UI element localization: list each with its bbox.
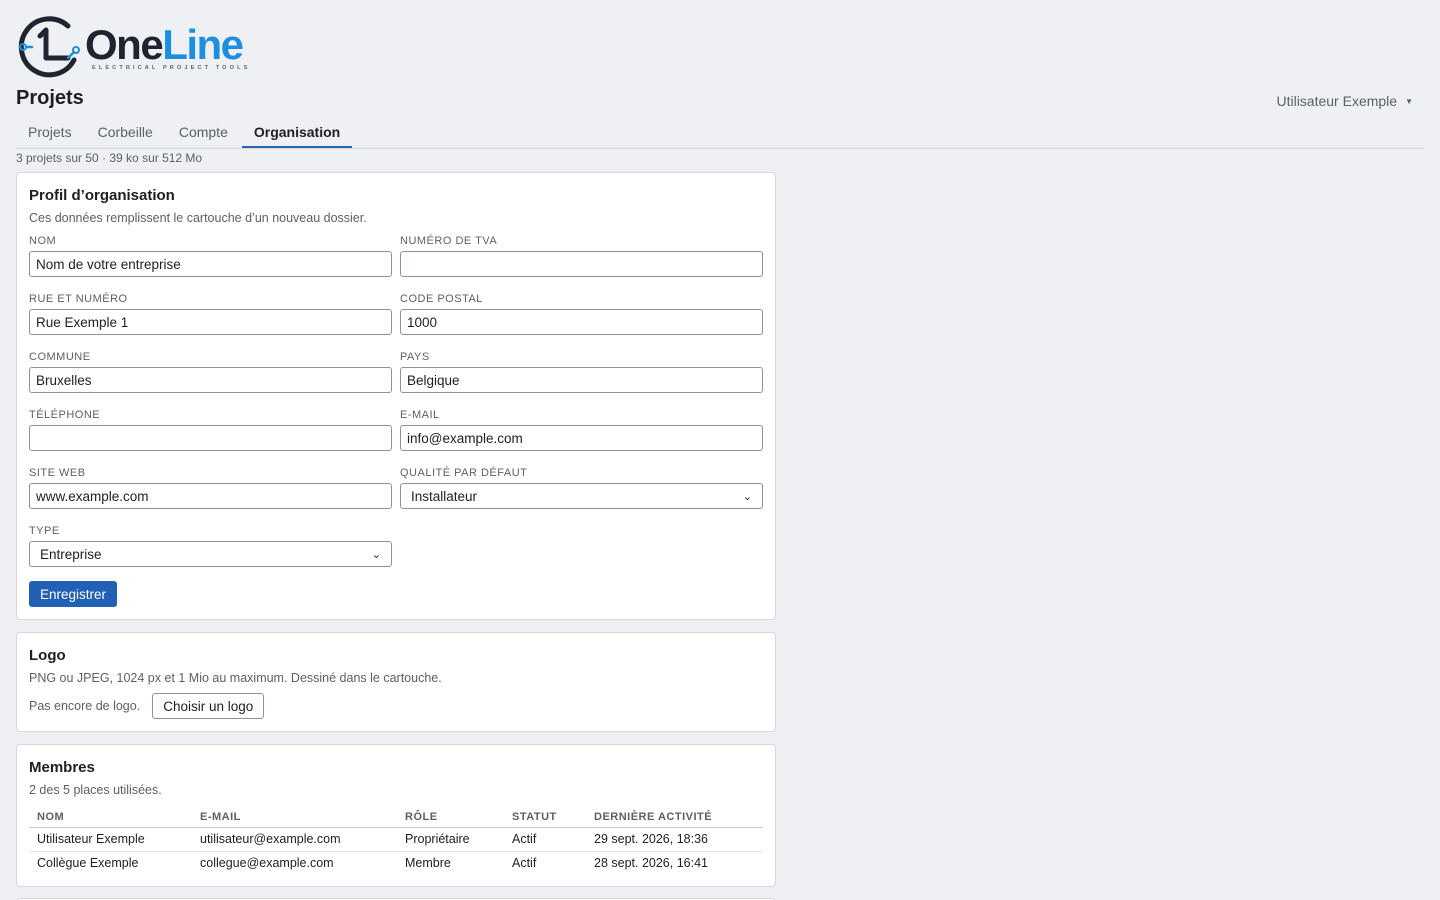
name-label: NOM (29, 235, 57, 247)
members-card: Membres 2 des 5 places utilisées. NOM E-… (16, 744, 776, 887)
name-field: NOM (29, 235, 392, 277)
column-header-name: NOM (29, 807, 192, 828)
column-header-last-activity: DERNIÈRE ACTIVITÉ (586, 807, 763, 828)
city-field: COMMUNE (29, 351, 392, 393)
vat-field: NUMÉRO DE TVA (400, 235, 763, 277)
city-label: COMMUNE (29, 351, 91, 363)
phone-field: TÉLÉPHONE (29, 409, 392, 451)
type-label: TYPE (29, 525, 60, 537)
logo-section-title: Logo (29, 647, 66, 664)
member-name: Collègue Exemple (37, 856, 139, 871)
member-email: utilisateur@example.com (192, 827, 397, 852)
member-last-activity: 29 sept. 2026, 18:36 (586, 827, 763, 852)
country-input[interactable] (400, 367, 763, 393)
profile-title: Profil d’organisation (29, 187, 175, 204)
street-field: RUE ET NUMÉRO (29, 293, 392, 335)
member-email: collegue@example.com (200, 856, 334, 871)
quality-select[interactable]: Installateur ⌄ (400, 483, 763, 509)
country-label: PAYS (400, 351, 430, 363)
logo-tagline: ELECTRICAL PROJECT TOOLS (92, 65, 251, 71)
email-label: E-MAIL (400, 409, 440, 421)
vat-label: NUMÉRO DE TVA (400, 235, 498, 247)
vat-input[interactable] (400, 251, 763, 277)
phone-label: TÉLÉPHONE (29, 409, 101, 421)
member-last-activity: 28 sept. 2026, 16:41 (594, 856, 708, 871)
members-description: 2 des 5 places utilisées. (29, 783, 162, 797)
save-button[interactable]: Enregistrer (29, 581, 118, 607)
table-row: Utilisateur Exemple utilisateur@example.… (29, 827, 763, 852)
street-input[interactable] (29, 309, 392, 335)
user-name: Utilisateur Exemple (1276, 93, 1398, 109)
member-role: Membre (405, 856, 451, 871)
tab-bar: Projets Corbeille Compte Organisation (16, 118, 1424, 149)
phone-input[interactable] (29, 425, 392, 451)
tab-compte[interactable]: Compte (167, 118, 240, 148)
table-row: Collègue Exemple collegue@example.com Me… (29, 851, 763, 875)
quality-selected-value: Installateur (411, 488, 478, 504)
tab-organisation[interactable]: Organisation (241, 118, 353, 148)
chevron-down-icon: ⌄ (371, 548, 381, 561)
quota-info: 3 projets sur 50 · 39 ko sur 512 Mo (16, 151, 203, 165)
street-label: RUE ET NUMÉRO (29, 293, 128, 305)
type-select[interactable]: Entreprise ⌄ (29, 541, 392, 567)
postal-field: CODE POSTAL (400, 293, 763, 335)
page-title: Projets (16, 87, 84, 109)
column-header-status: STATUT (504, 807, 586, 828)
type-selected-value: Entreprise (40, 546, 102, 562)
user-menu[interactable]: Utilisateur Exemple ▼ (1276, 93, 1413, 109)
name-input[interactable] (29, 251, 392, 277)
no-logo-text: Pas encore de logo. (29, 699, 141, 713)
tab-corbeille[interactable]: Corbeille (86, 118, 165, 148)
profile-description: Ces données remplissent le cartouche d’u… (29, 211, 367, 225)
website-input[interactable] (29, 483, 392, 509)
logo-upload-row: Pas encore de logo. Choisir un logo (29, 693, 265, 719)
choose-logo-button[interactable]: Choisir un logo (152, 693, 265, 719)
caret-down-icon: ▼ (1405, 96, 1413, 106)
quality-field: QUALITÉ PAR DÉFAUT Installateur ⌄ (400, 467, 763, 509)
city-input[interactable] (29, 367, 392, 393)
oneline-logo[interactable]: OneLine ELECTRICAL PROJECT TOOLS (18, 14, 258, 78)
logo-section-description: PNG ou JPEG, 1024 px et 1 Mio au maximum… (29, 671, 442, 685)
organisation-profile-card: Profil d’organisation Ces données rempli… (16, 172, 776, 620)
column-header-role: RÔLE (397, 807, 504, 828)
type-field: TYPE Entreprise ⌄ (29, 525, 392, 567)
member-role: Propriétaire (397, 827, 504, 852)
website-label: SITE WEB (29, 467, 86, 479)
country-field: PAYS (400, 351, 763, 393)
email-input[interactable] (400, 425, 763, 451)
member-status: Actif (504, 827, 586, 852)
member-name: Utilisateur Exemple (29, 827, 192, 852)
postal-input[interactable] (400, 309, 763, 335)
members-table: NOM E-MAIL RÔLE STATUT DERNIÈRE ACTIVITÉ… (29, 807, 763, 875)
chevron-down-icon: ⌄ (742, 490, 752, 503)
email-field: E-MAIL (400, 409, 763, 451)
logo-card: Logo PNG ou JPEG, 1024 px et 1 Mio au ma… (16, 632, 776, 732)
quality-label: QUALITÉ PAR DÉFAUT (400, 467, 528, 479)
website-field: SITE WEB (29, 467, 392, 509)
postal-label: CODE POSTAL (400, 293, 483, 305)
column-header-email: E-MAIL (192, 807, 397, 828)
logo-mark-icon (18, 16, 80, 78)
members-title: Membres (29, 759, 95, 776)
member-status: Actif (512, 856, 537, 871)
table-header-row: NOM E-MAIL RÔLE STATUT DERNIÈRE ACTIVITÉ (29, 807, 763, 828)
logo-wordmark: OneLine (85, 21, 244, 68)
tab-projets[interactable]: Projets (16, 118, 84, 148)
